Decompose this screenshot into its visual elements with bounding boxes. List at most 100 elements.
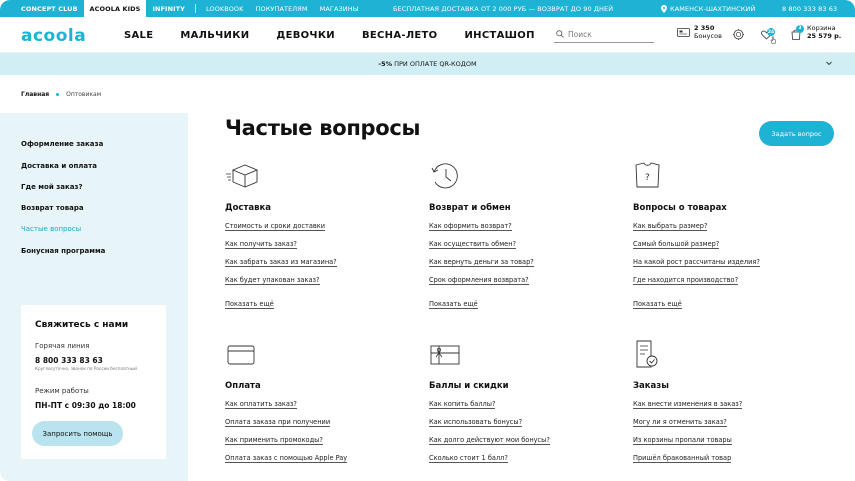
work-hours: ПН-ПТ с 09:30 до 18:00 [35,401,136,410]
show-more-link[interactable]: Показать ещё [429,300,478,309]
section-title: Заказы [633,381,669,391]
faq-link[interactable]: Срок оформления возврата? [429,276,529,285]
faq-link[interactable]: Могу ли я отменить заказ? [633,418,727,427]
hand-cursor-icon [770,36,776,44]
faq-link[interactable]: Как копить баллы? [429,400,496,409]
header: acoola SALE МАЛЬЧИКИ ДЕВОЧКИ ВЕСНА-ЛЕТО … [0,17,855,53]
breadcrumb-current: Оптовикам [66,91,102,98]
search-icon [556,30,564,38]
ask-question-button[interactable]: Задать вопрос [759,121,834,146]
nav-boys[interactable]: МАЛЬЧИКИ [180,30,249,41]
smiley-icon[interactable] [733,29,744,40]
cart-icon-wrap: 3 [791,24,804,40]
location-pin-icon [661,4,667,13]
faq-link[interactable]: Где находится производство? [633,276,739,285]
faq-link[interactable]: Пришёл бракованный товар [633,454,732,463]
faq-link[interactable]: Как вернуть деньги за товар? [429,258,534,267]
divider [194,4,196,13]
breadcrumb: Главная Оптовикам [21,91,101,98]
sidebar-item-returns[interactable]: Возврат товара [21,204,84,212]
city-selector[interactable]: КАМЕНСК-ШАХТИНСКИЙ [661,0,755,17]
cart-button[interactable]: 3 Корзина 25 579 р. [791,24,842,40]
faq-link[interactable]: Как выбрать размер? [633,222,708,231]
sidebar-item-delivery[interactable]: Доставка и оплата [21,162,97,170]
faq-link[interactable]: На какой рост рассчитаны изделия? [633,258,760,267]
faq-link[interactable]: Как получить заказ? [225,240,297,249]
link-customers[interactable]: ПОКУПАТЕЛЯМ [250,5,314,13]
faq-link[interactable]: Стоимость и сроки доставки [225,222,326,231]
faq-link[interactable]: Оплата заказа при получении [225,418,331,427]
nav-girls[interactable]: ДЕВОЧКИ [276,30,335,41]
show-more-link[interactable]: Показать ещё [633,300,682,309]
hours-label: Режим работы [35,387,89,395]
bonus-label: Бонусов [694,31,722,40]
tab-concept-club[interactable]: CONCEPT CLUB [0,0,84,17]
top-bar: CONCEPT CLUB ACOOLA KIDS INFINITY LOOKBO… [0,0,855,17]
favorites-badge: 24 [767,28,775,36]
bonus-widget[interactable]: 2 350 Бонусов [677,24,722,40]
phone-note: Круглосуточно, звонок по России бесплатн… [35,366,137,371]
breadcrumb-home[interactable]: Главная [21,91,49,98]
link-stores[interactable]: МАГАЗИНЫ [314,5,365,13]
cart-badge: 3 [796,24,804,33]
top-phone[interactable]: 8 800 333 83 63 [782,0,837,17]
breadcrumb-separator [56,93,60,96]
section-title: Баллы и скидки [429,381,509,391]
nav-sale[interactable]: SALE [124,30,153,41]
faq-link[interactable]: Как оформить возврат? [429,222,512,231]
main-nav: SALE МАЛЬЧИКИ ДЕВОЧКИ ВЕСНА-ЛЕТО ИНСТАШО… [124,17,562,53]
contact-card: Свяжитесь с нами Горячая линия 8 800 333… [21,305,166,459]
show-more-link[interactable]: Показать ещё [225,300,274,309]
svg-text:?: ? [645,173,650,183]
page: CONCEPT CLUB ACOOLA KIDS INFINITY LOOKBO… [0,0,855,481]
nav-instashop[interactable]: ИНСТАШОП [464,30,534,41]
sidebar-item-where-order[interactable]: Где мой заказ? [21,183,83,191]
card-icon [227,345,255,365]
contact-title: Свяжитесь с нами [35,320,129,330]
cart-total: 25 579 р. [807,31,842,40]
chevron-down-icon[interactable] [825,59,833,67]
gift-card-icon [430,345,460,365]
faq-link[interactable]: Как внести изменения в заказ? [633,400,743,409]
request-help-button[interactable]: Запросить помощь [32,421,123,446]
qr-discount: -5% [378,60,393,68]
hotline-phone[interactable]: 8 800 333 83 63 [35,356,103,365]
hotline-label: Горячая линия [35,342,90,350]
faq-link[interactable]: Оплата заказ с помощью Apple Pay [225,454,348,463]
link-lookbook[interactable]: LOOKBOOK [200,5,250,13]
scroll-fade [188,470,855,481]
nav-spring-summer[interactable]: ВЕСНА-ЛЕТО [362,30,438,41]
promo-text: БЕСПЛАТНАЯ ДОСТАВКА ОТ 2 000 РУБ — ВОЗВР… [393,4,614,13]
faq-link[interactable]: Как осуществить обмен? [429,240,517,249]
faq-link[interactable]: Как оплатить заказ? [225,400,297,409]
page-title: Частые вопросы [225,116,421,140]
sidebar-item-bonus[interactable]: Бонусная программа [21,247,105,255]
sidebar-item-faq[interactable]: Частые вопросы [21,225,81,233]
faq-link[interactable]: Самый большой размер? [633,240,720,249]
section-title: Доставка [225,203,271,213]
sidebar-item-ordering[interactable]: Оформление заказа [21,140,103,148]
qr-banner[interactable]: -5% ПРИ ОПЛАТЕ QR-КОДОМ [0,53,855,75]
bonus-card-icon [677,28,690,37]
search-placeholder: Поиск [568,29,592,39]
faq-link[interactable]: Как использовать бонусы? [429,418,523,427]
section-title: Вопросы о товарах [633,203,727,213]
city-name: КАМЕНСК-ШАХТИНСКИЙ [670,4,756,13]
faq-link[interactable]: Из корзины пропали товары [633,436,732,445]
tab-acoola-kids[interactable]: ACOOLA KIDS [83,0,147,17]
acoola-logo[interactable]: acoola [21,27,88,43]
section-title: Возврат и обмен [429,203,511,213]
receipt-check-icon [636,340,658,368]
logo-text: acoola [21,27,86,43]
faq-link[interactable]: Сколько стоит 1 балл? [429,454,508,463]
search-input[interactable]: Поиск [554,26,654,43]
qr-text: ПРИ ОПЛАТЕ QR-КОДОМ [394,60,477,68]
return-clock-icon [431,163,458,189]
favorites-button[interactable]: 24 [761,28,777,44]
tab-infinity[interactable]: INFINITY [146,0,191,17]
faq-link[interactable]: Как забрать заказ из магазина? [225,258,337,267]
faq-link[interactable]: Как применить промокоды? [225,436,323,445]
box-icon [226,164,259,188]
faq-link[interactable]: Как долго действуют мои бонусы? [429,436,550,445]
faq-link[interactable]: Как будет упакован заказ? [225,276,320,285]
